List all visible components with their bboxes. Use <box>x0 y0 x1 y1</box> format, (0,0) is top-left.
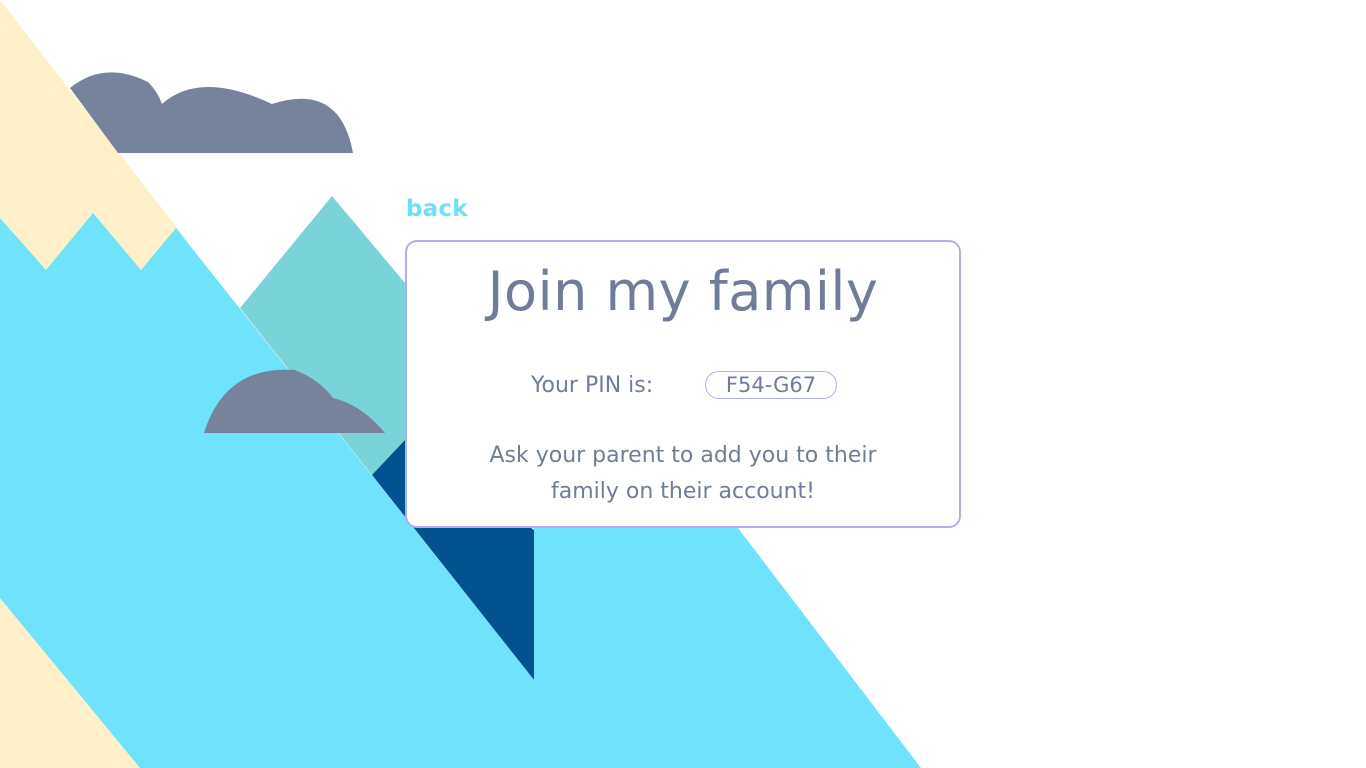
join-family-card: Join my family Your PIN is: F54-G67 Ask … <box>405 240 961 528</box>
instructions-text: Ask your parent to add you to their fami… <box>489 443 877 504</box>
top-cloud <box>70 72 353 153</box>
pin-label: Your PIN is: <box>531 373 654 398</box>
pin-row: Your PIN is: F54-G67 <box>407 371 959 401</box>
join-family-screen: back Join my family Your PIN is: F54-G67… <box>0 0 1366 768</box>
pin-value-badge: F54-G67 <box>705 371 837 399</box>
page-title: Join my family <box>487 260 879 323</box>
back-link[interactable]: back <box>406 196 468 222</box>
